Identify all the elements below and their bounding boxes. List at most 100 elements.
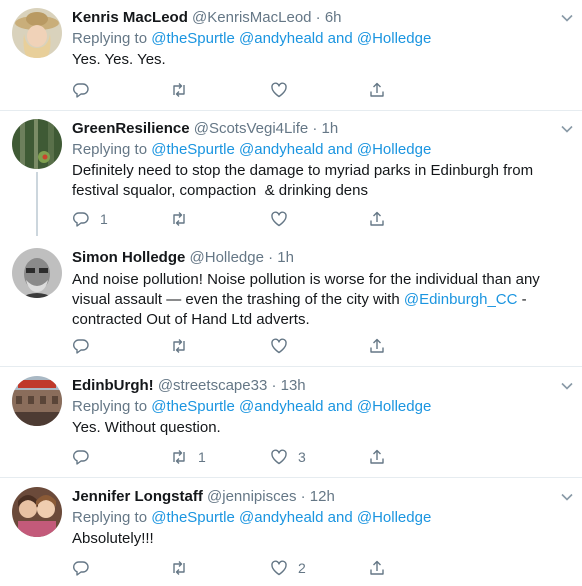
user-handle[interactable]: @KenrisMacLeod: [192, 9, 311, 26]
avatar[interactable]: [12, 376, 62, 426]
tweet-simon[interactable]: Simon Holledge @Holledge · 1h And noise …: [0, 248, 582, 356]
user-handle[interactable]: @ScotsVegi4Life: [194, 120, 308, 137]
tweet-actions: [72, 80, 402, 100]
tweet-kenris[interactable]: Kenris MacLeod @KenrisMacLeod · 6h Reply…: [0, 8, 582, 104]
tweet-greenresilience[interactable]: GreenResilience @ScotsVegi4Life · 1h Rep…: [0, 119, 582, 229]
like-icon: [271, 338, 287, 354]
avatar[interactable]: [12, 487, 62, 537]
timestamp[interactable]: 12h: [310, 488, 335, 505]
chevron-down-icon[interactable]: [560, 490, 574, 504]
replying-to: Replying to @theSpurtle @andyheald and @…: [72, 141, 432, 158]
tweet-header: Jennifer Longstaff @jennipisces · 12h: [72, 487, 335, 507]
like-button[interactable]: [270, 80, 298, 100]
mention-link[interactable]: @andyheald: [239, 509, 323, 526]
mention-link[interactable]: @andyheald: [239, 398, 323, 415]
separator: ·: [315, 9, 321, 26]
mention-link[interactable]: @Edinburgh_CC: [404, 291, 518, 308]
share-button[interactable]: [368, 336, 386, 356]
mention-link[interactable]: @Holledge: [357, 30, 431, 47]
mention-link[interactable]: @theSpurtle: [151, 398, 235, 415]
user-handle[interactable]: @jennipisces: [207, 488, 296, 505]
mention-link[interactable]: @Holledge: [357, 398, 431, 415]
retweet-button[interactable]: [170, 558, 198, 578]
separator: ·: [312, 120, 318, 137]
reply-feed: Kenris MacLeod @KenrisMacLeod · 6h Reply…: [0, 0, 582, 586]
tweet-edinburgh[interactable]: EdinbUrgh! @streetscape33 · 13h Replying…: [0, 376, 582, 472]
reply-button[interactable]: [72, 558, 100, 578]
share-icon: [370, 211, 384, 226]
tweet-jennifer[interactable]: Jennifer Longstaff @jennipisces · 12h Re…: [0, 487, 582, 586]
divider: [0, 366, 582, 367]
tweet-header: Simon Holledge @Holledge · 1h: [72, 248, 294, 268]
mention-link[interactable]: @theSpurtle: [151, 30, 235, 47]
like-button[interactable]: [270, 209, 298, 229]
share-icon: [370, 338, 384, 353]
timestamp[interactable]: 1h: [322, 120, 339, 137]
display-name[interactable]: Kenris MacLeod: [72, 9, 188, 26]
separator: ·: [300, 488, 306, 505]
share-icon: [370, 560, 384, 575]
share-button[interactable]: [368, 80, 386, 100]
chevron-down-icon[interactable]: [560, 11, 574, 25]
mention-link[interactable]: @andyheald: [239, 141, 323, 158]
display-name[interactable]: GreenResilience: [72, 120, 190, 137]
chevron-down-icon[interactable]: [560, 379, 574, 393]
retweet-icon: [173, 339, 185, 353]
mention-link[interactable]: @Holledge: [357, 509, 431, 526]
user-handle[interactable]: @streetscape33: [158, 377, 267, 394]
share-button[interactable]: [368, 558, 386, 578]
divider: [0, 110, 582, 111]
display-name[interactable]: Simon Holledge: [72, 249, 185, 266]
tweet-text: And noise pollution! Noise pollution is …: [72, 271, 540, 328]
like-button[interactable]: 2: [270, 558, 306, 578]
timestamp[interactable]: 1h: [277, 249, 294, 266]
tweet-text: Yes. Yes. Yes.: [72, 51, 166, 68]
retweet-button[interactable]: [170, 336, 198, 356]
like-button[interactable]: 3: [270, 447, 306, 467]
share-icon: [370, 82, 384, 97]
reply-icon: [73, 450, 89, 465]
tweet-text: Absolutely!!!: [72, 530, 154, 547]
reply-icon: [73, 561, 89, 576]
retweet-icon: [173, 561, 185, 575]
timestamp[interactable]: 6h: [325, 9, 342, 26]
replying-to: Replying to @theSpurtle @andyheald and @…: [72, 30, 432, 47]
avatar[interactable]: [12, 248, 62, 298]
like-icon: [271, 560, 287, 576]
mention-link[interactable]: @Holledge: [357, 141, 431, 158]
retweet-icon: [173, 450, 185, 464]
like-button[interactable]: [270, 336, 298, 356]
user-handle[interactable]: @Holledge: [190, 249, 264, 266]
like-icon: [271, 82, 287, 98]
avatar[interactable]: [12, 8, 62, 58]
replying-to: Replying to @theSpurtle @andyheald and @…: [72, 398, 432, 415]
tweet-actions: 1: [72, 209, 402, 229]
retweet-icon: [173, 212, 185, 226]
tweet-header: Kenris MacLeod @KenrisMacLeod · 6h: [72, 8, 342, 28]
reply-button[interactable]: 1: [72, 209, 108, 229]
reply-icon: [73, 83, 89, 98]
avatar[interactable]: [12, 119, 62, 169]
reply-icon: [73, 339, 89, 354]
retweet-button[interactable]: 1: [170, 447, 206, 467]
share-button[interactable]: [368, 447, 386, 467]
mention-link[interactable]: @theSpurtle: [151, 509, 235, 526]
display-name[interactable]: Jennifer Longstaff: [72, 488, 203, 505]
mention-link[interactable]: @theSpurtle: [151, 141, 235, 158]
tweet-text: Definitely need to stop the damage to my…: [72, 162, 534, 199]
divider: [0, 477, 582, 478]
reply-button[interactable]: [72, 336, 100, 356]
retweet-button[interactable]: [170, 209, 198, 229]
reply-button[interactable]: [72, 447, 100, 467]
tweet-header: GreenResilience @ScotsVegi4Life · 1h: [72, 119, 338, 139]
tweet-text: Yes. Without question.: [72, 419, 221, 436]
tweet-actions: [72, 336, 402, 356]
mention-link[interactable]: @andyheald: [239, 30, 323, 47]
chevron-down-icon[interactable]: [560, 122, 574, 136]
timestamp[interactable]: 13h: [281, 377, 306, 394]
retweet-button[interactable]: [170, 80, 198, 100]
reply-button[interactable]: [72, 80, 100, 100]
share-icon: [370, 449, 384, 464]
share-button[interactable]: [368, 209, 386, 229]
display-name[interactable]: EdinbUrgh!: [72, 377, 154, 394]
